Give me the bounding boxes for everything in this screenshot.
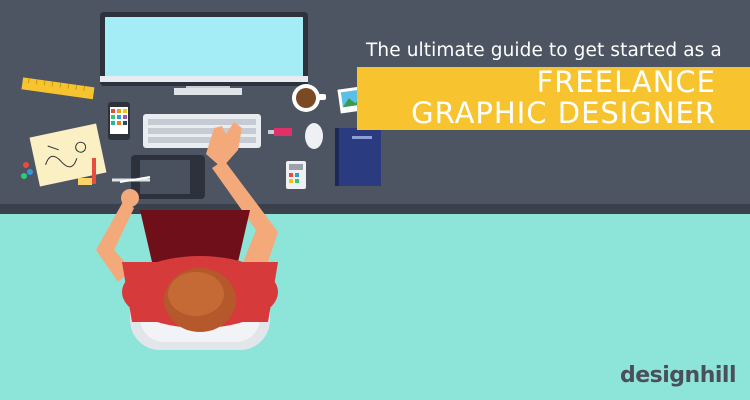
designhill-logo: designhill: [620, 363, 737, 388]
headline-subtitle: The ultimate guide to get started as a: [366, 40, 722, 61]
imac-monitor-icon: [100, 12, 308, 95]
ruler-icon: [21, 77, 95, 100]
mouse-icon: [305, 123, 323, 149]
hero-banner: The ultimate guide to get started as a F…: [0, 0, 750, 400]
pencil-icon: [92, 158, 96, 184]
coffee-cup-icon: [292, 84, 326, 112]
notebook-icon: [335, 128, 381, 186]
keyboard-icon: [143, 114, 261, 148]
phone-palette-icon: [108, 102, 130, 140]
headline-line-2: GRAPHIC DESIGNER: [411, 96, 716, 130]
usb-drive-icon: [268, 128, 292, 136]
headline-line-1: FREELANCE: [536, 65, 716, 99]
designer-person-icon: [96, 122, 278, 332]
drawing-tablet-icon: [131, 155, 205, 199]
calculator-icon: [286, 161, 306, 189]
